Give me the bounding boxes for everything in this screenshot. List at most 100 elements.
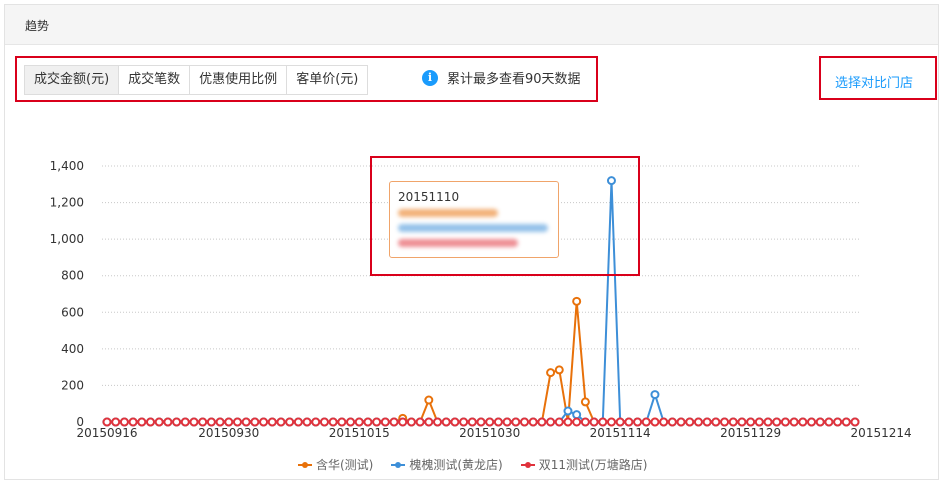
data-point-series-3 [754,417,764,427]
data-point-series-3 [172,417,182,427]
y-tick-label: 800 [61,269,84,283]
data-point-series-3 [145,417,155,427]
x-tick-label: 20151030 [459,426,520,440]
data-point-series-3 [346,417,356,427]
data-point-series-3 [433,417,443,427]
chart-legend: 含华(测试) 槐槐测试(黄龙店) 双11测试(万塘路店) [298,456,665,473]
data-point-series-3 [232,417,242,427]
data-point-series-3 [293,417,303,427]
chart-tooltip: 20151110 [389,181,559,258]
data-point-series-3 [467,417,477,427]
legend-label: 槐槐测试(黄龙店) [409,458,503,472]
data-point-series-3 [511,417,521,427]
data-point-series-3 [737,417,747,427]
x-tick-label: 20151129 [720,426,781,440]
data-point-series-3 [224,417,234,427]
legend-marker [520,461,535,469]
x-tick-label: 20150930 [198,426,259,440]
data-point-series-3 [328,417,338,427]
data-point-series-3 [102,417,112,427]
data-point-series-1 [424,395,434,405]
data-point-series-3 [807,417,817,427]
data-point-series-3 [459,417,469,427]
legend-label: 含华(测试) [316,458,374,472]
legend-label: 双11测试(万塘路店) [538,458,648,472]
data-point-series-3 [302,417,312,427]
data-point-series-3 [189,417,199,427]
data-point-series-3 [450,417,460,427]
data-point-series-3 [363,417,373,427]
data-point-series-3 [519,417,529,427]
data-point-series-3 [667,417,677,427]
data-point-series-3 [693,417,703,427]
data-point-series-3 [250,417,260,427]
legend-item-wantanglu[interactable]: 双11测试(万塘路店) [520,456,648,473]
data-point-series-3 [372,417,382,427]
data-point-series-3 [537,417,547,427]
legend-marker [391,461,406,469]
data-point-series-2 [572,410,582,420]
data-point-series-3 [633,417,643,427]
data-point-series-3 [615,417,625,427]
data-point-series-1 [554,365,564,375]
data-point-series-2 [650,390,660,400]
data-point-series-3 [111,417,121,427]
data-point-series-3 [415,417,425,427]
data-point-series-3 [580,417,590,427]
data-point-series-3 [659,417,669,427]
data-point-series-3 [259,417,269,427]
data-point-series-3 [163,417,173,427]
data-point-series-3 [546,417,556,427]
x-tick-label: 20151114 [590,426,651,440]
data-point-series-1 [580,397,590,407]
legend-item-hanhua[interactable]: 含华(测试) [298,456,373,473]
y-tick-label: 1,400 [50,159,84,173]
data-point-series-3 [841,417,851,427]
data-point-series-3 [606,417,616,427]
data-point-series-3 [528,417,538,427]
data-point-series-3 [441,417,451,427]
y-tick-label: 400 [61,342,84,356]
data-point-series-3 [685,417,695,427]
data-point-series-3 [380,417,390,427]
data-point-series-3 [319,417,329,427]
tooltip-row-blurred [398,209,498,217]
data-point-series-3 [763,417,773,427]
data-point-series-3 [119,417,129,427]
data-point-series-3 [502,417,512,427]
data-point-series-3 [267,417,277,427]
legend-item-huanglong[interactable]: 槐槐测试(黄龙店) [391,456,503,473]
x-tick-label: 20151015 [329,426,390,440]
data-point-series-3 [554,417,564,427]
data-point-series-3 [589,417,599,427]
y-tick-label: 600 [61,305,84,319]
legend-marker [298,461,312,469]
x-tick-label: 20150916 [76,426,137,440]
data-point-series-3 [789,417,799,427]
tooltip-date: 20151110 [398,190,460,204]
y-tick-label: 1,000 [50,232,84,246]
y-tick-label: 200 [61,378,84,392]
data-point-series-3 [424,417,434,427]
data-point-series-3 [850,417,860,427]
data-point-series-3 [815,417,825,427]
data-point-series-3 [241,417,251,427]
data-point-series-1 [572,296,582,306]
y-tick-label: 1,200 [50,196,84,210]
data-point-series-3 [128,417,138,427]
data-point-series-3 [676,417,686,427]
data-point-series-3 [833,417,843,427]
data-point-series-3 [206,417,216,427]
data-point-series-3 [720,417,730,427]
x-tick-label: 20151214 [851,426,912,440]
data-point-series-3 [354,417,364,427]
series-line-1 [107,300,855,423]
data-point-series-3 [311,417,321,427]
data-point-series-3 [624,417,634,427]
data-point-series-3 [180,417,190,427]
data-point-series-1 [546,368,556,378]
data-point-series-3 [285,417,295,427]
data-point-series-3 [137,417,147,427]
data-point-series-3 [154,417,164,427]
data-point-series-3 [824,417,834,427]
